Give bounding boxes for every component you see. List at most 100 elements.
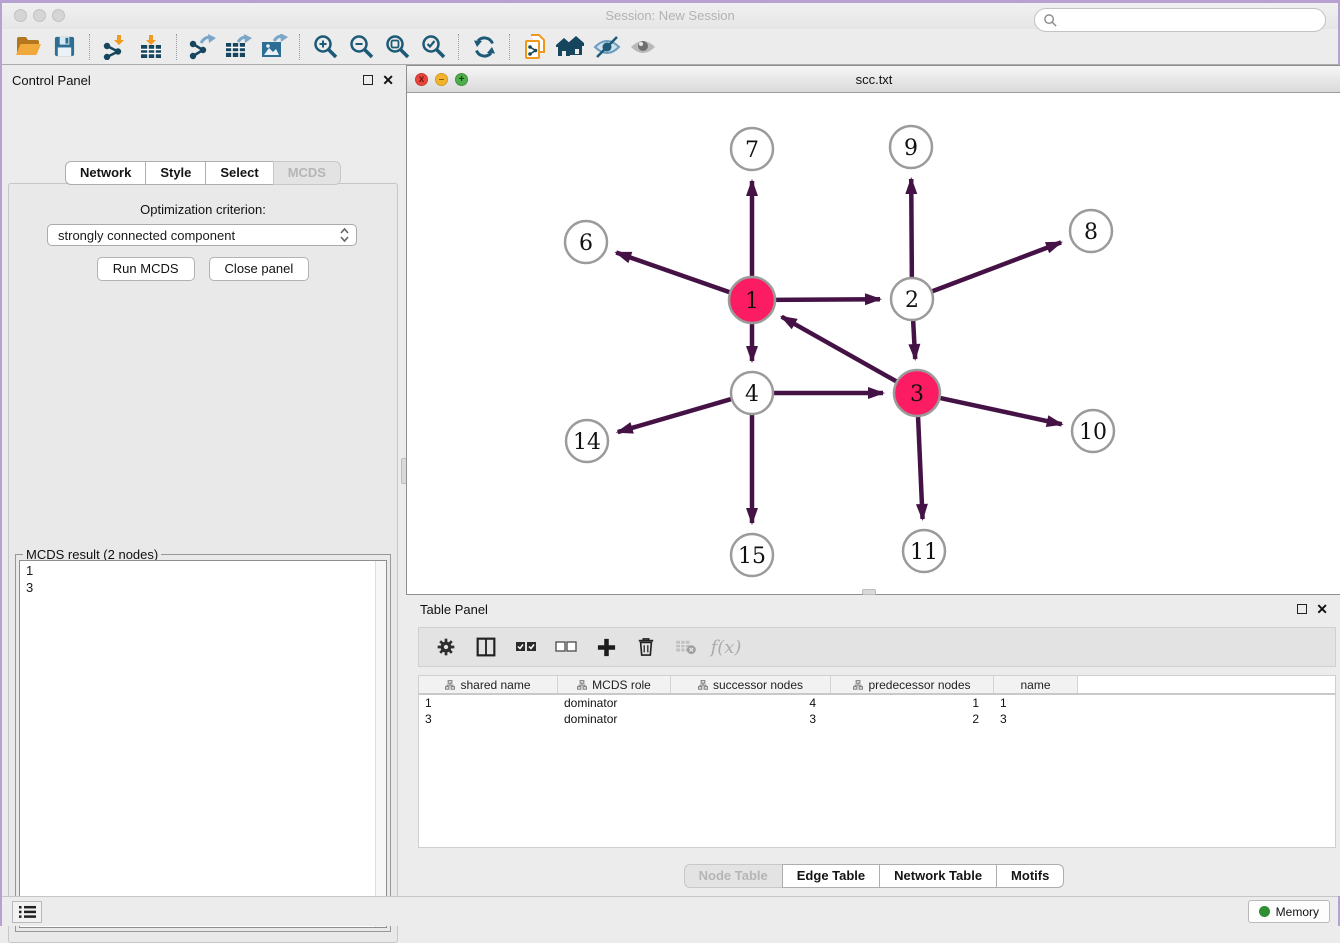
edge-3-10[interactable] xyxy=(938,397,1062,424)
mcds-result-text[interactable]: 13 xyxy=(19,560,387,928)
edge-4-14[interactable] xyxy=(618,398,734,432)
tab-network[interactable]: Network xyxy=(65,161,146,185)
graph-node-label: 2 xyxy=(905,288,919,313)
float-table-panel-icon[interactable] xyxy=(1297,604,1307,614)
refresh-layout-icon[interactable] xyxy=(466,32,502,62)
criterion-select[interactable]: strongly connected component xyxy=(47,224,357,246)
result-line: 1 xyxy=(26,562,386,579)
deselect-all-rows-icon[interactable] xyxy=(553,634,579,660)
criterion-value: strongly connected component xyxy=(58,228,339,243)
tab-node-table[interactable]: Node Table xyxy=(684,864,783,888)
delete-columns-icon[interactable] xyxy=(633,634,659,660)
graph-node-label: 15 xyxy=(738,544,766,569)
table-panel-title: Table Panel xyxy=(420,602,1297,617)
column-header-label: MCDS role xyxy=(592,678,651,692)
column-header-mcds-role[interactable]: MCDS role xyxy=(558,676,671,693)
graph-node-label: 9 xyxy=(904,136,918,161)
select-all-rows-icon[interactable] xyxy=(513,634,539,660)
column-type-icon xyxy=(698,680,708,690)
control-panel-header: Control Panel ✕ xyxy=(2,65,404,95)
graph-node-label: 3 xyxy=(910,382,924,407)
table-cell[interactable]: 1 xyxy=(419,695,558,711)
table-panel-header: Table Panel ✕ xyxy=(406,595,1340,623)
table-toolbar: f(x) xyxy=(418,627,1336,667)
tab-style[interactable]: Style xyxy=(145,161,206,185)
table-cell[interactable]: 1 xyxy=(831,695,994,711)
graph-node-label: 6 xyxy=(579,231,593,256)
tab-mcds[interactable]: MCDS xyxy=(273,161,341,185)
add-column-icon[interactable] xyxy=(593,634,619,660)
network-graph: 7968124314101511 xyxy=(407,93,1340,594)
memory-button[interactable]: Memory xyxy=(1248,900,1330,923)
tab-edge-table[interactable]: Edge Table xyxy=(782,864,880,888)
zoom-fit-icon[interactable] xyxy=(379,32,415,62)
run-mcds-button[interactable]: Run MCDS xyxy=(97,257,195,281)
show-columns-icon[interactable] xyxy=(473,634,499,660)
tab-network-table[interactable]: Network Table xyxy=(879,864,997,888)
table-cell[interactable]: 2 xyxy=(831,711,994,727)
column-header-name[interactable]: name xyxy=(994,676,1078,693)
open-session-icon[interactable] xyxy=(10,32,46,62)
table-cell[interactable]: dominator xyxy=(558,711,671,727)
table-settings-icon[interactable] xyxy=(433,634,459,660)
column-header-shared-name[interactable]: shared name xyxy=(419,676,558,693)
table-cell[interactable]: 3 xyxy=(994,711,1078,727)
edge-3-1[interactable] xyxy=(782,317,899,383)
table-cell[interactable]: 3 xyxy=(671,711,831,727)
zoom-out-icon[interactable] xyxy=(343,32,379,62)
zoom-selected-icon[interactable] xyxy=(415,32,451,62)
save-session-icon[interactable] xyxy=(46,32,82,62)
table-cell[interactable]: 1 xyxy=(994,695,1078,711)
search-input[interactable] xyxy=(1058,13,1325,27)
edge-2-8[interactable] xyxy=(930,242,1061,292)
edge-1-2[interactable] xyxy=(773,299,880,300)
import-table-icon[interactable] xyxy=(133,32,169,62)
new-network-from-selection-icon[interactable] xyxy=(517,32,553,62)
table-cell[interactable]: dominator xyxy=(558,695,671,711)
table-panel-tabs: Node TableEdge TableNetwork TableMotifs xyxy=(406,864,1340,888)
tab-motifs[interactable]: Motifs xyxy=(996,864,1064,888)
column-header-label: successor nodes xyxy=(713,678,803,692)
column-type-icon xyxy=(853,680,863,690)
table-cell[interactable]: 3 xyxy=(419,711,558,727)
close-table-panel-icon[interactable]: ✕ xyxy=(1316,604,1328,614)
edge-2-3[interactable] xyxy=(913,318,915,359)
table-row[interactable]: 3dominator323 xyxy=(419,711,1335,727)
hide-selected-icon[interactable] xyxy=(589,32,625,62)
control-panel-tabs: NetworkStyleSelectMCDS xyxy=(2,161,404,185)
close-panel-icon[interactable]: ✕ xyxy=(382,75,394,85)
memory-status-icon xyxy=(1259,906,1270,917)
first-neighbors-icon[interactable] xyxy=(553,32,589,62)
network-canvas[interactable]: 7968124314101511 xyxy=(407,93,1340,594)
column-header-predecessor-nodes[interactable]: predecessor nodes xyxy=(831,676,994,693)
export-image-icon[interactable] xyxy=(256,32,292,62)
mcds-tab-content: Optimization criterion: strongly connect… xyxy=(8,183,398,943)
function-builder-icon[interactable]: f(x) xyxy=(713,634,739,660)
control-panel-title: Control Panel xyxy=(12,73,363,88)
graph-node-label: 8 xyxy=(1084,220,1098,245)
float-panel-icon[interactable] xyxy=(363,75,373,85)
export-network-icon[interactable] xyxy=(184,32,220,62)
delete-table-icon[interactable] xyxy=(673,634,699,660)
mcds-result-lines: 13 xyxy=(26,562,386,596)
edge-2-9[interactable] xyxy=(911,179,912,280)
edge-1-6[interactable] xyxy=(616,253,732,294)
close-panel-button[interactable]: Close panel xyxy=(209,257,310,281)
import-network-icon[interactable] xyxy=(97,32,133,62)
network-view-titlebar[interactable]: x – + scc.txt xyxy=(407,66,1340,93)
table-row[interactable]: 1dominator411 xyxy=(419,695,1335,711)
zoom-in-icon[interactable] xyxy=(307,32,343,62)
task-history-button[interactable] xyxy=(12,901,42,923)
edge-3-11[interactable] xyxy=(918,414,923,519)
control-panel: Control Panel ✕ NetworkStyleSelectMCDS O… xyxy=(2,65,404,896)
graph-node-label: 1 xyxy=(745,289,759,314)
tab-select[interactable]: Select xyxy=(205,161,273,185)
show-all-icon[interactable] xyxy=(625,32,661,62)
node-table[interactable]: shared name MCDS role successor nodes prede… xyxy=(418,675,1336,848)
result-scrollbar[interactable] xyxy=(375,561,386,927)
column-header-successor-nodes[interactable]: successor nodes xyxy=(671,676,831,693)
export-table-icon[interactable] xyxy=(220,32,256,62)
graph-node-label: 4 xyxy=(745,382,759,407)
table-cell[interactable]: 4 xyxy=(671,695,831,711)
search-field[interactable] xyxy=(1034,8,1326,32)
